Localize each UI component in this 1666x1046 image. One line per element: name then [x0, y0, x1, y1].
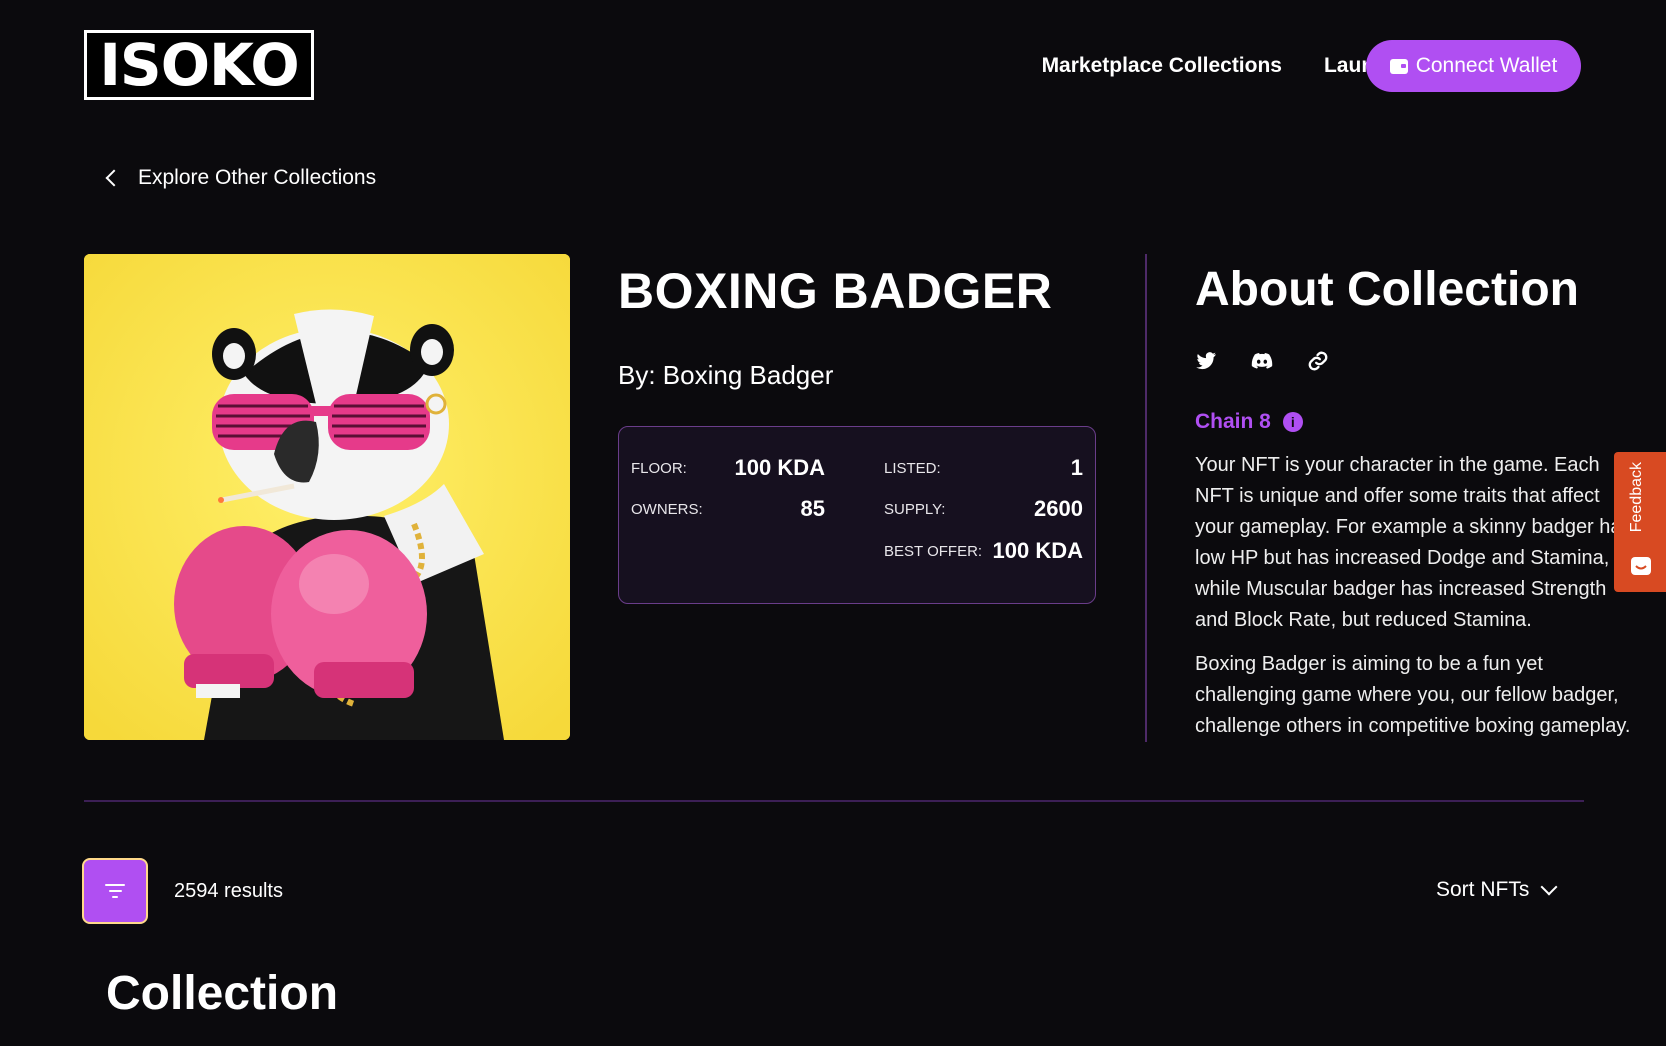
chevron-down-icon — [1540, 878, 1558, 896]
floor-value: 100 KDA — [734, 455, 825, 480]
logo-text: ISOKO — [99, 31, 299, 99]
connect-wallet-button[interactable]: Connect Wallet — [1366, 40, 1581, 92]
collection-section-heading: Collection — [106, 967, 339, 1020]
floor-label: FLOOR: — [631, 460, 687, 477]
collection-description: Your NFT is your character in the game. … — [1195, 450, 1635, 755]
owners-label: OWNERS: — [631, 501, 703, 518]
feedback-label: Feedback — [1628, 462, 1645, 533]
best-offer-label: BEST OFFER: — [884, 543, 983, 560]
discord-icon[interactable] — [1251, 353, 1273, 374]
results-count: 2594 results — [174, 880, 283, 902]
info-icon[interactable]: i — [1282, 412, 1303, 432]
feedback-face-icon — [1631, 557, 1651, 575]
sort-nfts-dropdown[interactable]: Sort NFTs — [1436, 878, 1558, 902]
description-paragraph: Boxing Badger is aiming to be a fun yet … — [1195, 653, 1631, 737]
filter-icon-line — [112, 896, 118, 898]
filter-icon — [105, 884, 125, 886]
best-offer-value: 100 KDA — [992, 538, 1083, 563]
about-collection-heading: About Collection — [1195, 263, 1579, 316]
listed-value: 1 — [1070, 455, 1083, 480]
nav-marketplace-collections[interactable]: Marketplace Collections — [1042, 54, 1282, 78]
listed-label: LISTED: — [884, 460, 941, 477]
wallet-icon — [1389, 58, 1408, 74]
collection-creator: By: Boxing Badger — [618, 360, 834, 390]
section-divider — [84, 800, 1584, 802]
twitter-icon[interactable] — [1195, 352, 1217, 375]
filter-icon-line — [108, 890, 122, 892]
sort-label: Sort NFTs — [1436, 878, 1530, 901]
explore-other-collections-link[interactable]: Explore Other Collections — [105, 166, 377, 190]
vertical-divider — [1145, 254, 1147, 742]
connect-wallet-label: Connect Wallet — [1415, 54, 1558, 77]
feedback-tab[interactable]: Feedback — [1614, 452, 1666, 592]
chain-indicator: Chain 8 i — [1195, 410, 1303, 434]
description-paragraph: Your NFT is your character in the game. … — [1195, 454, 1632, 631]
supply-label: SUPPLY: — [884, 501, 946, 518]
chevron-left-icon — [105, 169, 123, 187]
owners-value: 85 — [800, 496, 825, 521]
chain-label: Chain 8 — [1195, 410, 1271, 433]
filter-button[interactable] — [82, 858, 148, 924]
link-icon[interactable] — [1307, 350, 1329, 377]
stats-panel: FLOOR: 100 KDA LISTED: 1 OWNERS: 85 SUPP… — [618, 426, 1096, 604]
collection-title: BOXING BADGER — [618, 263, 1053, 319]
supply-value: 2600 — [1034, 496, 1083, 521]
social-links — [1195, 350, 1329, 377]
collection-image — [84, 254, 570, 740]
back-link-label: Explore Other Collections — [138, 166, 377, 189]
isoko-logo[interactable]: ISOKO — [84, 30, 314, 100]
